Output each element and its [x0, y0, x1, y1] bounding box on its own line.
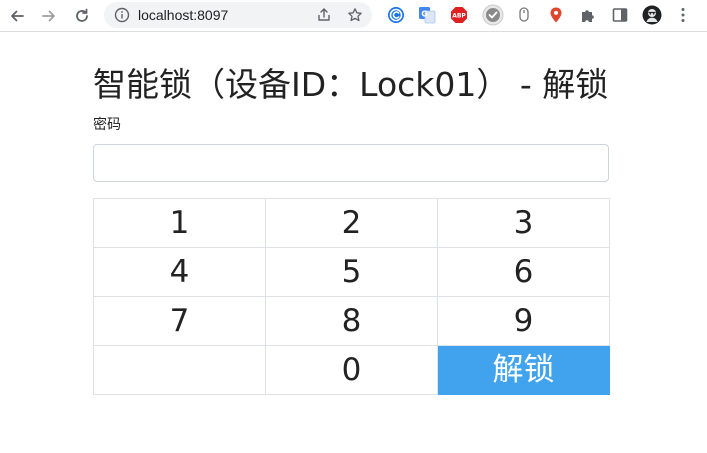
page-title: 智能锁（设备ID：Lock01） - 解锁	[93, 65, 609, 104]
extension-translate-button[interactable]: G	[418, 6, 436, 24]
extensions-button[interactable]	[579, 6, 597, 24]
keypad: 1 2 3 4 5 6 7 8 9 0 解锁	[93, 198, 610, 395]
key-9[interactable]: 9	[437, 296, 610, 346]
extension-pin-button[interactable]	[547, 6, 565, 24]
star-icon[interactable]	[347, 7, 363, 23]
svg-text:ABP: ABP	[452, 13, 466, 20]
extensions-puzzle-icon	[582, 10, 594, 22]
browser-toolbar: localhost:8097 G ABP	[0, 0, 707, 32]
reload-button[interactable]	[71, 5, 93, 27]
key-6[interactable]: 6	[437, 247, 610, 297]
unlock-button[interactable]: 解锁	[437, 345, 610, 395]
forward-button[interactable]	[38, 5, 60, 27]
key-1[interactable]: 1	[93, 198, 266, 248]
more-menu-icon	[681, 8, 685, 22]
password-label: 密码	[93, 117, 121, 133]
reload-icon	[76, 8, 88, 22]
share-icon[interactable]	[316, 7, 332, 23]
key-4[interactable]: 4	[93, 247, 266, 297]
key-empty	[93, 345, 266, 395]
keypad-row: 7 8 9	[93, 296, 610, 346]
svg-text:G: G	[421, 10, 428, 19]
key-3[interactable]: 3	[437, 198, 610, 248]
extension-c-icon	[388, 7, 404, 23]
keypad-row: 0 解锁	[93, 345, 610, 395]
extension-pin-icon	[550, 7, 562, 23]
extension-check-icon	[482, 4, 504, 26]
back-button[interactable]	[6, 5, 28, 27]
extension-translate-icon: G	[419, 7, 436, 24]
key-0[interactable]: 0	[265, 345, 438, 395]
password-input[interactable]	[93, 144, 609, 182]
address-bar[interactable]: localhost:8097	[104, 2, 372, 28]
sidepanel-button[interactable]	[611, 6, 629, 24]
keypad-row: 1 2 3	[93, 198, 610, 248]
extension-check-button[interactable]	[482, 4, 504, 26]
info-circle-icon[interactable]	[114, 7, 130, 23]
key-5[interactable]: 5	[265, 247, 438, 297]
extension-c-button[interactable]	[387, 6, 405, 24]
arrow-left-icon	[11, 10, 24, 22]
arrow-right-icon	[42, 10, 55, 22]
key-7[interactable]: 7	[93, 296, 266, 346]
key-2[interactable]: 2	[265, 198, 438, 248]
key-8[interactable]: 8	[265, 296, 438, 346]
more-menu-button[interactable]	[674, 6, 692, 24]
extension-mouse-icon	[519, 7, 529, 22]
keypad-row: 4 5 6	[93, 247, 610, 297]
extension-abp-button[interactable]: ABP	[450, 6, 468, 24]
profile-avatar-icon	[642, 5, 662, 25]
extension-abp-icon: ABP	[451, 7, 467, 23]
profile-button[interactable]	[642, 5, 662, 25]
extension-mouse-button[interactable]	[515, 6, 533, 24]
url-text[interactable]: localhost:8097	[138, 6, 228, 24]
sidepanel-icon	[612, 8, 628, 22]
